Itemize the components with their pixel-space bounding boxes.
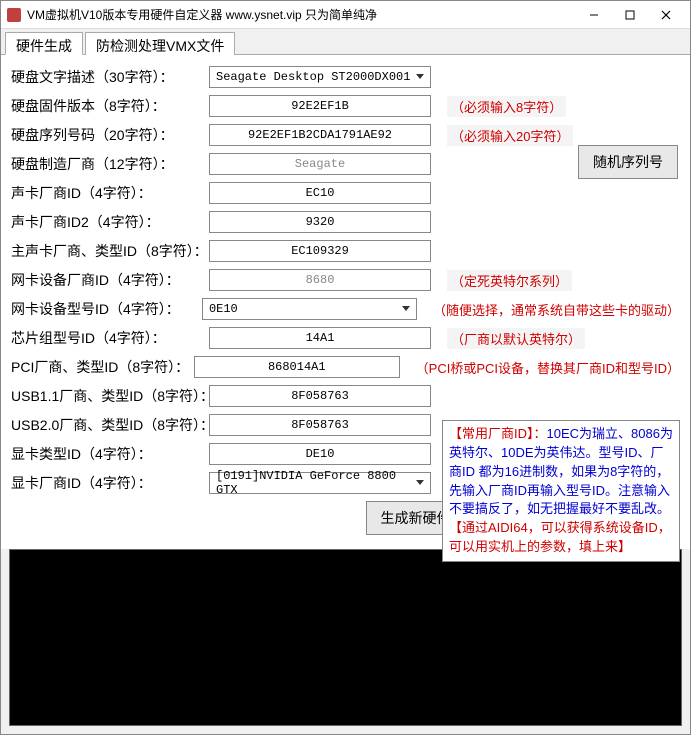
label-snd-vid: 声卡厂商ID（4字符）： (11, 183, 209, 203)
label-disk-desc: 硬盘文字描述（30字符）： (11, 67, 209, 87)
hint-disk-sn: （必须输入20字符） (447, 125, 573, 146)
info-box: 【常用厂商ID】：10EC为瑞立、8086为英特尔、10DE为英伟达。型号ID、… (442, 420, 680, 562)
label-chip-id: 芯片组型号ID（4字符）： (11, 328, 209, 348)
label-nic-did: 网卡设备型号ID（4字符）： (11, 299, 202, 319)
label-gpu-vid: 显卡厂商ID（4字符）： (11, 473, 209, 493)
label-disk-sn: 硬盘序列号码（20字符）： (11, 125, 209, 145)
label-disk-mfr: 硬盘制造厂商（12字符）： (11, 154, 209, 174)
disk-sn-input[interactable] (209, 124, 431, 146)
nic-vid-input[interactable] (209, 269, 431, 291)
nic-did-select[interactable]: 0E10 (202, 298, 417, 320)
usb11-input[interactable] (209, 385, 431, 407)
usb20-input[interactable] (209, 414, 431, 436)
disk-desc-value: Seagate Desktop ST2000DX001 (216, 70, 410, 84)
hint-nic-did: （随便选择，通常系统自带这些卡的驱动） (433, 300, 680, 319)
label-usb11: USB1.1厂商、类型ID（8字符）： (11, 386, 209, 406)
info-heading-2: 【通过AIDI64，可以获得系统设备ID，可以用实机上的参数，填上来】 (449, 520, 671, 554)
random-sn-button[interactable]: 随机序列号 (578, 145, 678, 179)
snd-vid2-input[interactable] (209, 211, 431, 233)
disk-mfr-input[interactable] (209, 153, 431, 175)
gpu-vid-value: [0191]NVIDIA GeForce 8800 GTX (216, 469, 412, 497)
disk-fw-input[interactable] (209, 95, 431, 117)
label-snd-vid2: 声卡厂商ID2（4字符）： (11, 212, 209, 232)
snd-vid-input[interactable] (209, 182, 431, 204)
chip-id-input[interactable] (209, 327, 431, 349)
tab-hardware-gen[interactable]: 硬件生成 (5, 32, 83, 55)
minimize-button[interactable] (576, 4, 612, 26)
hint-pci: （PCI桥或PCI设备，替换其厂商ID和型号ID） (416, 358, 680, 377)
label-gpu-type: 显卡类型ID（4字符）： (11, 444, 209, 464)
gpu-vid-select[interactable]: [0191]NVIDIA GeForce 8800 GTX (209, 472, 431, 494)
titlebar: VM虚拟机V10版本专用硬件自定义器 www.ysnet.vip 只为简单纯净 (1, 1, 690, 29)
gpu-type-input[interactable] (209, 443, 431, 465)
close-button[interactable] (648, 4, 684, 26)
label-nic-vid: 网卡设备厂商ID（4字符）： (11, 270, 209, 290)
pci-input[interactable] (194, 356, 400, 378)
label-mbd-snd: 主声卡厂商、类型ID（8字符）： (11, 241, 209, 261)
maximize-button[interactable] (612, 4, 648, 26)
tab-vmx-process[interactable]: 防检测处理VMX文件 (85, 32, 235, 55)
app-icon (7, 8, 21, 22)
form-panel: 硬盘文字描述（30字符）： Seagate Desktop ST2000DX00… (1, 55, 690, 549)
hint-chip-id: （厂商以默认英特尔） (447, 328, 585, 349)
info-heading: 【常用厂商ID】： (449, 426, 547, 441)
label-pci: PCI厂商、类型ID（8字符）： (11, 357, 194, 377)
window-title: VM虚拟机V10版本专用硬件自定义器 www.ysnet.vip 只为简单纯净 (27, 6, 576, 23)
nic-did-value: 0E10 (209, 302, 238, 316)
output-console[interactable] (9, 549, 682, 726)
hint-nic-vid: （定死英特尔系列） (447, 270, 572, 291)
tab-bar: 硬件生成 防检测处理VMX文件 (1, 29, 690, 55)
mbd-snd-input[interactable] (209, 240, 431, 262)
hint-disk-fw: （必须输入8字符） (447, 96, 566, 117)
disk-desc-select[interactable]: Seagate Desktop ST2000DX001 (209, 66, 431, 88)
label-disk-fw: 硬盘固件版本（8字符）： (11, 96, 209, 116)
label-usb20: USB2.0厂商、类型ID（8字符）： (11, 415, 209, 435)
